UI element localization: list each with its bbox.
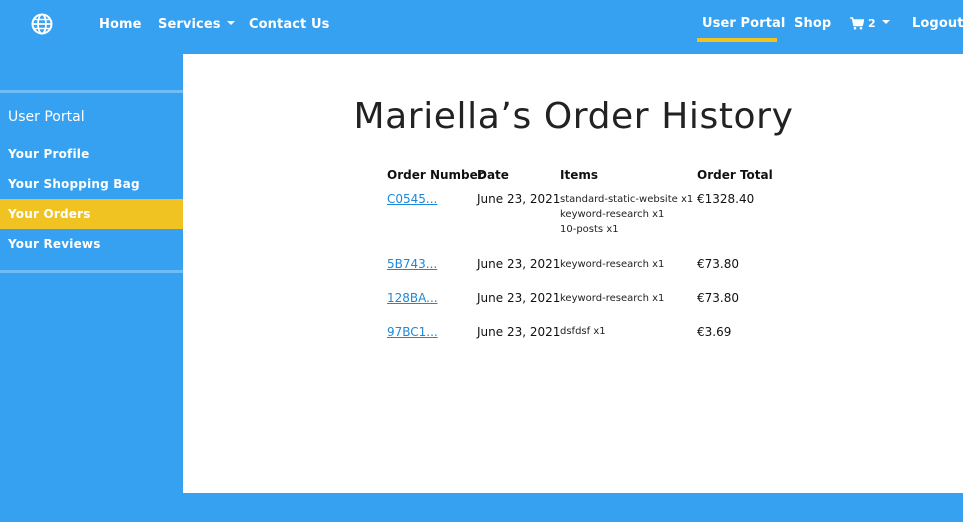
order-number-link[interactable]: 97BC1...	[387, 325, 438, 339]
nav-services[interactable]: Services	[158, 17, 235, 32]
nav-contact[interactable]: Contact Us	[249, 17, 329, 32]
order-item: keyword-research x1	[560, 209, 665, 220]
caret-down-icon	[226, 21, 235, 25]
order-total: €73.80	[697, 291, 739, 305]
order-date: June 23, 2021	[477, 291, 561, 305]
order-item: keyword-research x1	[560, 293, 665, 304]
sidebar-divider	[0, 90, 183, 93]
top-navbar: Home Services Contact Us User Portal Sho…	[0, 0, 963, 54]
sidebar-title: User Portal	[8, 109, 85, 125]
nav-logout[interactable]: Logout	[912, 16, 963, 31]
order-items: keyword-research x1	[560, 257, 664, 272]
shopping-cart-icon[interactable]	[850, 17, 864, 30]
order-items: standard-static-website x1 keyword-resea…	[560, 192, 693, 237]
nav-shop[interactable]: Shop	[794, 16, 831, 31]
page-title: Mariella’s Order History	[353, 96, 794, 137]
active-nav-indicator	[697, 38, 777, 42]
nav-services-label: Services	[158, 17, 221, 32]
order-total: €3.69	[697, 325, 732, 339]
sidebar: User Portal Your Profile Your Shopping B…	[0, 54, 183, 493]
sidebar-item-shopping-bag[interactable]: Your Shopping Bag	[0, 169, 183, 199]
nav-home[interactable]: Home	[99, 17, 142, 32]
order-item: 10-posts x1	[560, 224, 619, 235]
order-total: €73.80	[697, 257, 739, 271]
order-total: €1328.40	[697, 192, 755, 206]
cart-count: 2	[868, 17, 876, 30]
cart-count-dropdown[interactable]: 2	[868, 17, 890, 30]
order-item: standard-static-website x1	[560, 194, 694, 205]
order-date: June 23, 2021	[477, 192, 561, 206]
order-number-link[interactable]: 5B743...	[387, 257, 437, 271]
order-date: June 23, 2021	[477, 257, 561, 271]
sidebar-item-orders[interactable]: Your Orders	[0, 199, 183, 229]
globe-icon[interactable]	[31, 13, 53, 35]
order-items: keyword-research x1	[560, 291, 664, 306]
column-header-order-total: Order Total	[697, 168, 773, 182]
sidebar-item-profile[interactable]: Your Profile	[0, 139, 183, 169]
column-header-order-number: Order Number	[387, 168, 484, 182]
order-number-link[interactable]: C0545...	[387, 192, 437, 206]
order-date: June 23, 2021	[477, 325, 561, 339]
order-item: keyword-research x1	[560, 259, 665, 270]
order-items: dsfdsf x1	[560, 324, 606, 339]
sidebar-item-reviews[interactable]: Your Reviews	[0, 229, 183, 259]
sidebar-divider	[0, 270, 183, 273]
column-header-date: Date	[477, 168, 509, 182]
caret-down-icon	[881, 20, 890, 24]
footer	[0, 493, 963, 522]
order-item: dsfdsf x1	[560, 326, 606, 337]
order-number-link[interactable]: 128BA...	[387, 291, 438, 305]
nav-user-portal[interactable]: User Portal	[702, 16, 785, 31]
column-header-items: Items	[560, 168, 598, 182]
